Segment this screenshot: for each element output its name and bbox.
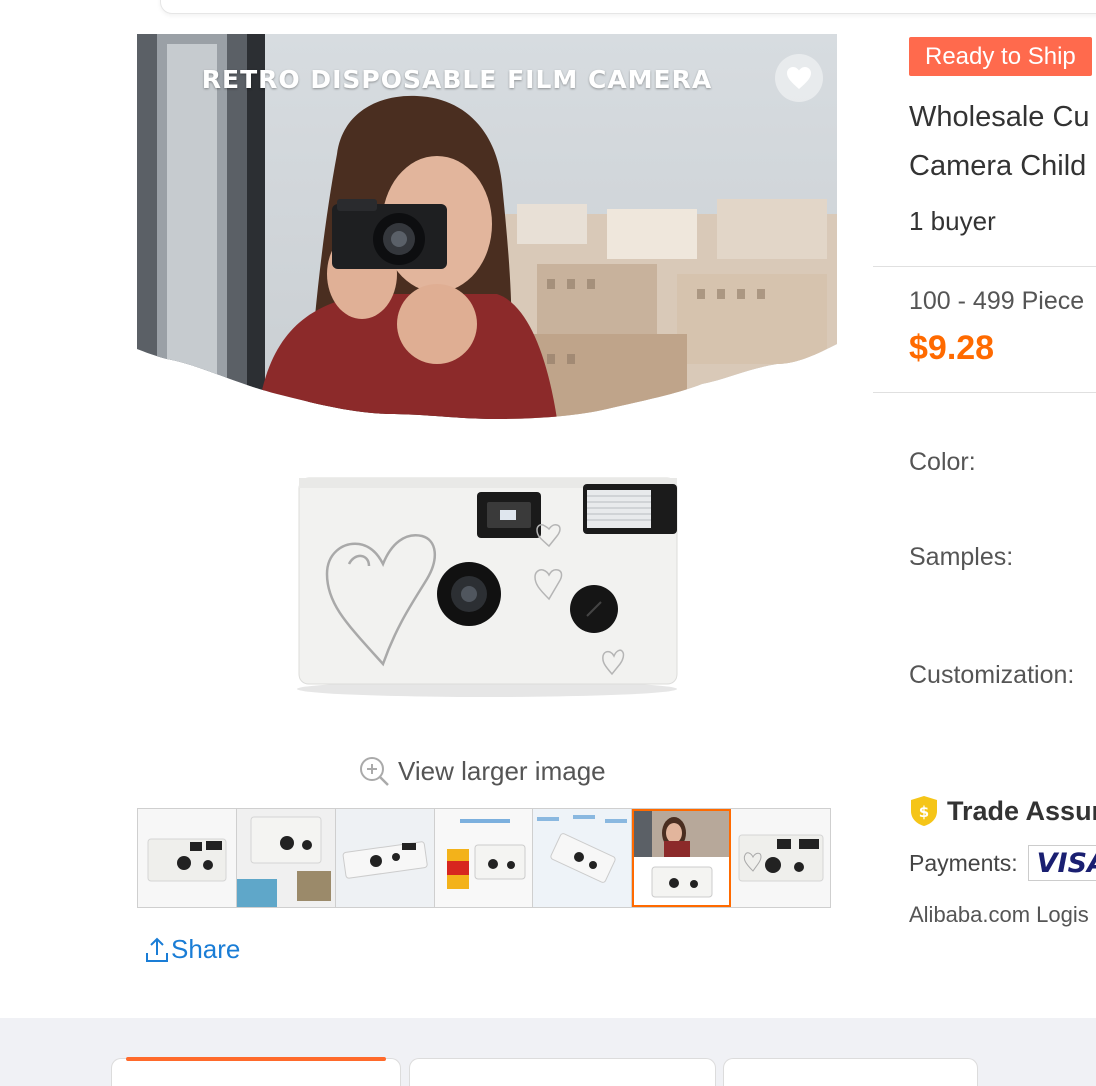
tab-2[interactable] bbox=[409, 1058, 716, 1086]
thumbnail-2[interactable] bbox=[236, 809, 336, 907]
ready-to-ship-badge: Ready to Ship bbox=[909, 37, 1092, 76]
samples-label: Samples: bbox=[909, 543, 1014, 571]
product-title[interactable]: Wholesale Cu Camera Child bbox=[909, 93, 1090, 191]
thumbnail-3[interactable] bbox=[335, 809, 435, 907]
share-label: Share bbox=[171, 934, 241, 964]
view-larger-label: View larger image bbox=[398, 755, 606, 786]
camera-product-illustration bbox=[297, 477, 678, 697]
unit-price: $9.28 bbox=[909, 329, 995, 367]
favorite-button[interactable] bbox=[775, 54, 823, 102]
visa-icon: VISA bbox=[1027, 845, 1096, 881]
trade-assurance-label: Trade Assur bbox=[947, 795, 1096, 826]
thumbnail-1[interactable] bbox=[138, 809, 237, 907]
thumbnail-strip bbox=[137, 808, 831, 908]
payments-label: Payments: bbox=[909, 849, 1018, 876]
product-title-line-2: Camera Child bbox=[909, 150, 1087, 182]
tab-3[interactable] bbox=[723, 1058, 978, 1086]
buyer-count: 1 buyer bbox=[909, 206, 996, 236]
lifestyle-photo: RETRO DISPOSABLE FILM CAMERA bbox=[137, 34, 837, 419]
thumbnail-4[interactable] bbox=[434, 809, 534, 907]
svg-text:$: $ bbox=[919, 803, 929, 821]
quantity-range: 100 - 499 Piece bbox=[909, 287, 1085, 315]
image-caption: RETRO DISPOSABLE FILM CAMERA bbox=[201, 65, 713, 94]
customization-label: Customization: bbox=[909, 661, 1075, 689]
tab-1-active[interactable] bbox=[111, 1057, 401, 1086]
heart-icon bbox=[787, 67, 811, 89]
main-product-image[interactable]: RETRO DISPOSABLE FILM CAMERA bbox=[137, 34, 837, 734]
zoom-in-icon bbox=[360, 757, 389, 786]
payments-row: Payments: VISA bbox=[909, 845, 1096, 881]
product-page: RETRO DISPOSABLE FILM CAMERA View larger… bbox=[0, 0, 1096, 1086]
share-link[interactable]: Share bbox=[145, 934, 240, 965]
thumbnail-6-active[interactable] bbox=[632, 809, 732, 907]
logistics-text: Alibaba.com Logis bbox=[909, 902, 1089, 927]
share-icon bbox=[146, 937, 168, 962]
trade-assurance[interactable]: $ Trade Assur bbox=[909, 795, 1096, 827]
divider bbox=[873, 392, 1096, 393]
view-larger-image-link[interactable]: View larger image bbox=[358, 755, 606, 787]
search-bar-container bbox=[160, 0, 1096, 14]
product-title-line-1: Wholesale Cu bbox=[909, 101, 1090, 133]
trade-assurance-shield-icon: $ bbox=[911, 796, 937, 826]
divider bbox=[873, 266, 1096, 267]
thumbnail-7[interactable] bbox=[731, 809, 831, 907]
color-label: Color: bbox=[909, 448, 976, 476]
thumbnail-5[interactable] bbox=[533, 809, 633, 907]
